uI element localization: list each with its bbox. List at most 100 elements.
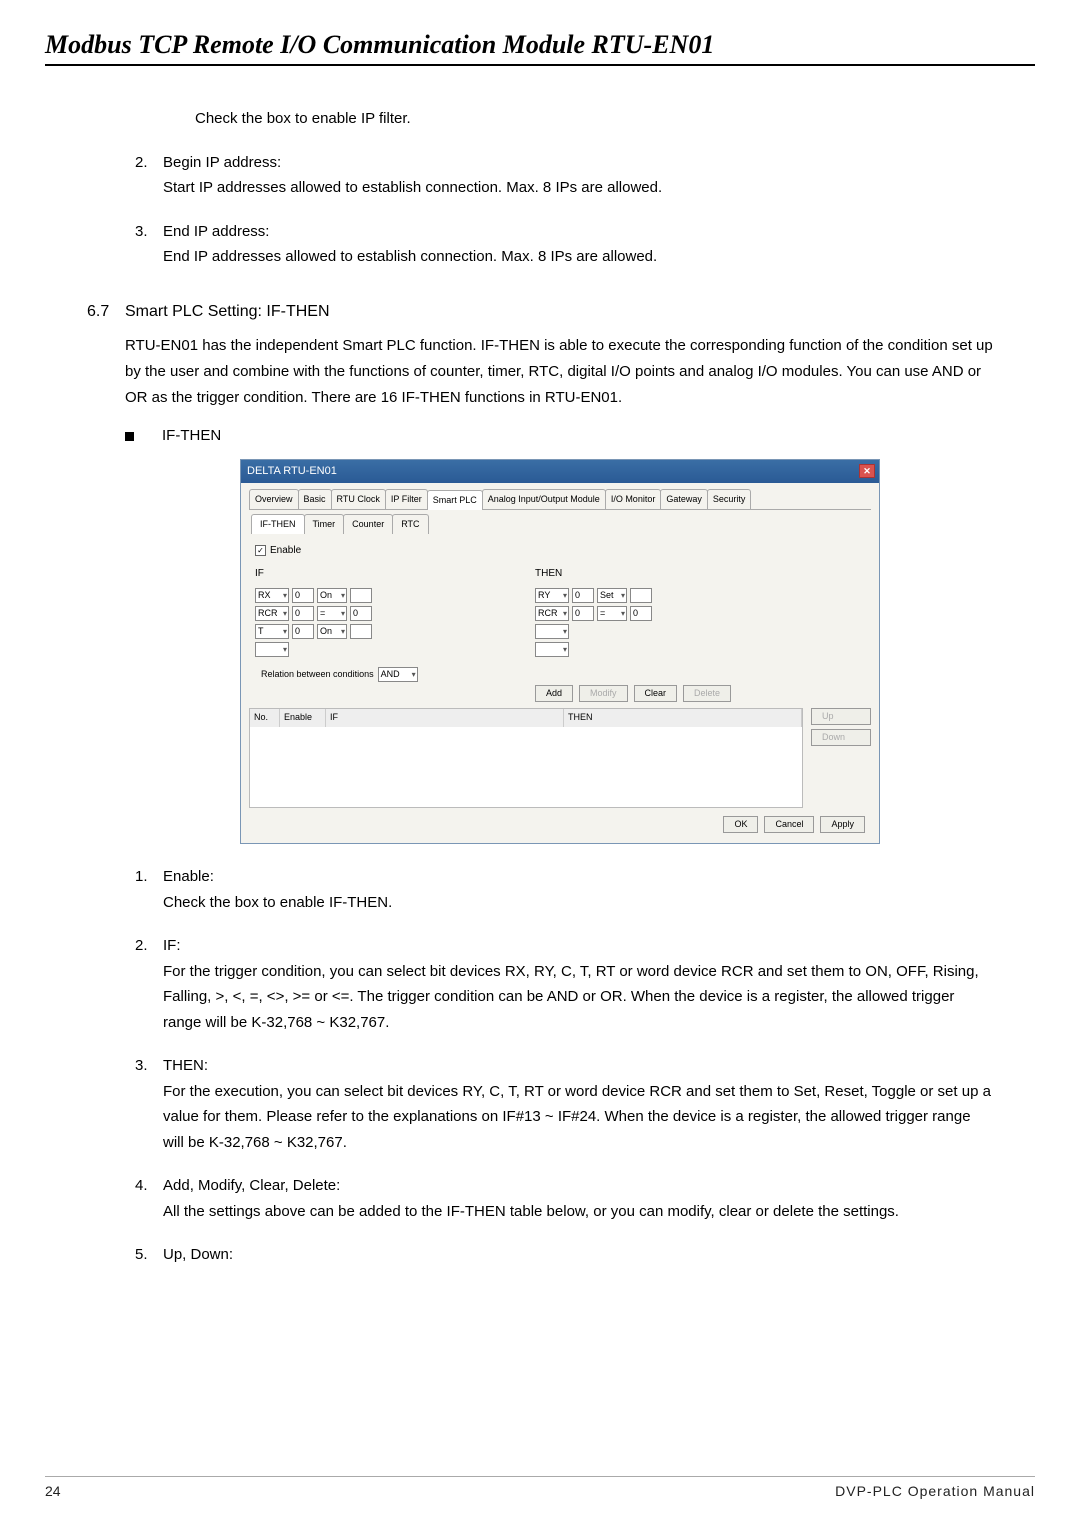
down-button[interactable]: Down xyxy=(811,729,871,746)
item-text: For the execution, you can select bit de… xyxy=(163,1079,995,1156)
item-title: Begin IP address: xyxy=(163,150,995,176)
subtab-counter[interactable]: Counter xyxy=(343,514,393,534)
dialog-titlebar: DELTA RTU-EN01 ✕ xyxy=(241,460,879,483)
item-title: End IP address: xyxy=(163,219,995,245)
value-input[interactable]: 0 xyxy=(292,588,314,603)
item-body: Up, Down: xyxy=(163,1242,1035,1268)
relation-select[interactable]: AND xyxy=(378,667,418,682)
item-text: All the settings above can be added to t… xyxy=(163,1199,995,1225)
if-then-panel: IF RX0OnRCR0=0T0On Relation between cond… xyxy=(249,565,871,708)
condition-row: RY0Set xyxy=(535,588,785,603)
grid-area: No. Enable IF THEN Up Down xyxy=(249,708,871,808)
section-number: 6.7 xyxy=(87,298,125,325)
value-input[interactable]: 0 xyxy=(572,606,594,621)
close-icon[interactable]: ✕ xyxy=(859,464,875,478)
up-down-buttons: Up Down xyxy=(811,708,871,808)
item-body: THEN:For the execution, you can select b… xyxy=(163,1053,1035,1155)
sub-tabs: IF-THENTimerCounterRTC xyxy=(251,514,871,534)
item-title: THEN: xyxy=(163,1053,995,1079)
value-input[interactable]: 0 xyxy=(572,588,594,603)
item-body: Enable:Check the box to enable IF-THEN. xyxy=(163,864,1035,915)
device-select[interactable] xyxy=(535,624,569,639)
item-text: For the trigger condition, you can selec… xyxy=(163,959,995,1036)
value-input[interactable] xyxy=(350,588,372,603)
subtab-if-then[interactable]: IF-THEN xyxy=(251,514,305,534)
device-select[interactable]: On xyxy=(317,624,347,639)
enable-checkbox-row: ✓ Enable xyxy=(255,542,871,559)
item-text: Start IP addresses allowed to establish … xyxy=(163,175,995,201)
tab-gateway[interactable]: Gateway xyxy=(660,489,708,509)
clear-button[interactable]: Clear xyxy=(634,685,678,702)
value-input[interactable]: 0 xyxy=(350,606,372,621)
content: Check the box to enable IP filter. 2.Beg… xyxy=(45,106,1035,1268)
device-select[interactable]: = xyxy=(597,606,627,621)
item-title: Enable: xyxy=(163,864,995,890)
bullet-row: IF-THEN xyxy=(125,423,1035,449)
item-text: Check the box to enable IF-THEN. xyxy=(163,890,995,916)
tab-overview[interactable]: Overview xyxy=(249,489,299,509)
item-number: 5. xyxy=(135,1242,163,1268)
device-select[interactable]: Set xyxy=(597,588,627,603)
tab-basic[interactable]: Basic xyxy=(298,489,332,509)
item-number: 3. xyxy=(135,1053,163,1155)
value-input[interactable] xyxy=(630,588,652,603)
device-select[interactable]: On xyxy=(317,588,347,603)
list-item: 4.Add, Modify, Clear, Delete:All the set… xyxy=(45,1173,1035,1224)
tab-rtu-clock[interactable]: RTU Clock xyxy=(331,489,386,509)
manual-name: DVP-PLC Operation Manual xyxy=(835,1483,1035,1499)
item-body: End IP address:End IP addresses allowed … xyxy=(163,219,1035,270)
device-select[interactable]: = xyxy=(317,606,347,621)
if-label: IF xyxy=(255,565,505,582)
device-select[interactable]: RCR xyxy=(535,606,569,621)
rules-grid[interactable]: No. Enable IF THEN xyxy=(249,708,803,808)
condition-row: RX0On xyxy=(255,588,505,603)
device-select[interactable] xyxy=(535,642,569,657)
device-select[interactable]: RY xyxy=(535,588,569,603)
square-bullet-icon xyxy=(125,432,134,441)
enable-label: Enable xyxy=(270,542,301,559)
item-text: End IP addresses allowed to establish co… xyxy=(163,244,995,270)
item-title: Add, Modify, Clear, Delete: xyxy=(163,1173,995,1199)
tab-i-o-monitor[interactable]: I/O Monitor xyxy=(605,489,662,509)
delete-button[interactable]: Delete xyxy=(683,685,731,702)
ok-button[interactable]: OK xyxy=(723,816,758,833)
top-tabs: OverviewBasicRTU ClockIP FilterSmart PLC… xyxy=(249,489,871,510)
up-button[interactable]: Up xyxy=(811,708,871,725)
tab-smart-plc[interactable]: Smart PLC xyxy=(427,490,483,510)
subtab-rtc[interactable]: RTC xyxy=(392,514,428,534)
list-item: 3.THEN:For the execution, you can select… xyxy=(45,1053,1035,1155)
list-item: 3.End IP address:End IP addresses allowe… xyxy=(45,219,1035,270)
list-item: 2.IF:For the trigger condition, you can … xyxy=(45,933,1035,1035)
section-body: RTU-EN01 has the independent Smart PLC f… xyxy=(125,333,1035,412)
condition-row: RCR0=0 xyxy=(255,606,505,621)
condition-row: RCR0=0 xyxy=(535,606,785,621)
col-then: THEN xyxy=(564,709,802,726)
value-input[interactable] xyxy=(350,624,372,639)
grid-header: No. Enable IF THEN xyxy=(250,709,802,726)
tab-security[interactable]: Security xyxy=(707,489,752,509)
device-select[interactable]: RX xyxy=(255,588,289,603)
dialog-window: DELTA RTU-EN01 ✕ OverviewBasicRTU ClockI… xyxy=(240,459,880,844)
tab-ip-filter[interactable]: IP Filter xyxy=(385,489,428,509)
page: Modbus TCP Remote I/O Communication Modu… xyxy=(0,0,1080,1527)
item-number: 3. xyxy=(135,219,163,270)
value-input[interactable]: 0 xyxy=(292,606,314,621)
item-number: 2. xyxy=(135,150,163,201)
tab-analog-input-output-module[interactable]: Analog Input/Output Module xyxy=(482,489,606,509)
action-buttons: Add Modify Clear Delete xyxy=(535,685,785,702)
subtab-timer[interactable]: Timer xyxy=(304,514,345,534)
page-footer: 24 DVP-PLC Operation Manual xyxy=(45,1476,1035,1499)
intro-line: Check the box to enable IP filter. xyxy=(195,106,1035,132)
cancel-button[interactable]: Cancel xyxy=(764,816,814,833)
device-select[interactable]: T xyxy=(255,624,289,639)
apply-button[interactable]: Apply xyxy=(820,816,865,833)
value-input[interactable]: 0 xyxy=(630,606,652,621)
device-select[interactable]: RCR xyxy=(255,606,289,621)
add-button[interactable]: Add xyxy=(535,685,573,702)
modify-button[interactable]: Modify xyxy=(579,685,628,702)
enable-checkbox[interactable]: ✓ xyxy=(255,545,266,556)
item-body: IF:For the trigger condition, you can se… xyxy=(163,933,1035,1035)
device-select[interactable] xyxy=(255,642,289,657)
value-input[interactable]: 0 xyxy=(292,624,314,639)
col-if: IF xyxy=(326,709,564,726)
